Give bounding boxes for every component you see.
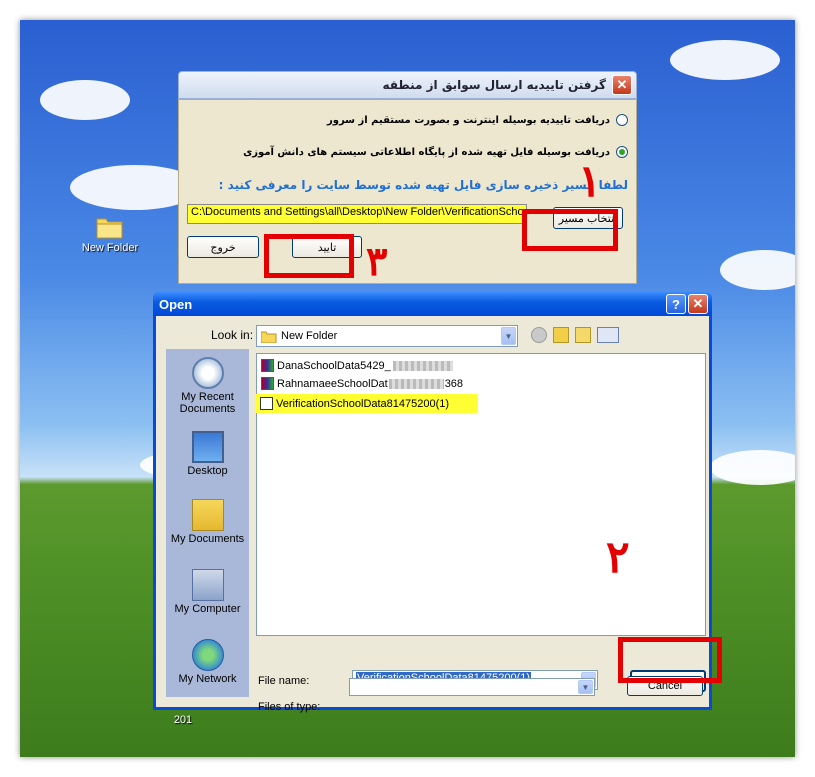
files-of-type-combo[interactable]: ▼	[349, 678, 595, 696]
open-dialog-titlebar: Open ? ✕	[153, 292, 712, 316]
annotation-step2: ۲	[606, 532, 630, 583]
look-in-combo[interactable]: New Folder ▼	[256, 325, 518, 347]
dialog-titlebar: گرفتن تاییدیه ارسال سوابق از منطقه ✕	[178, 71, 637, 99]
verification-dialog: گرفتن تاییدیه ارسال سوابق از منطقه ✕ دری…	[178, 71, 637, 284]
open-dialog-toolbar	[531, 327, 619, 343]
files-of-type-label: Files of type:	[258, 701, 321, 713]
file-list[interactable]: DanaSchoolData5429_ RahnamaeeSchoolDat 3…	[256, 353, 706, 636]
file-row-selected[interactable]: VerificationSchoolData81475200(1)	[256, 394, 478, 413]
instruction-text: لطفا مسیر ذخیره سازی فایل تهیه شده توسط …	[218, 178, 628, 192]
up-folder-icon[interactable]	[553, 327, 569, 343]
help-icon: ?	[672, 296, 680, 312]
winrar-icon	[261, 359, 274, 372]
close-icon: ✕	[692, 296, 704, 311]
annotation-box-step1	[522, 209, 618, 251]
desktop-icon	[191, 431, 224, 463]
place-my-computer[interactable]: My Computer	[166, 569, 249, 615]
desktop: New Folder 201 گرفتن تاییدیه ارسال سوابق…	[20, 20, 795, 757]
desktop-icon-label: 201	[173, 714, 193, 726]
my-documents-icon	[191, 499, 224, 531]
look-in-value: New Folder	[281, 330, 338, 342]
dialog-body: دریافت تاییدیه بوسیله اینترنت و بصورت مس…	[178, 99, 637, 284]
open-dialog-close-button[interactable]: ✕	[688, 294, 708, 314]
place-label: My Computer	[174, 603, 241, 615]
new-folder-icon[interactable]	[575, 327, 591, 343]
place-label: Desktop	[187, 465, 228, 477]
recent-documents-icon	[191, 357, 224, 389]
file-name-suffix: 368	[444, 377, 464, 390]
desktop-icon-new-folder[interactable]: New Folder	[75, 215, 145, 254]
annotation-box-step3	[264, 234, 354, 278]
place-my-recent-documents[interactable]: My Recent Documents	[166, 357, 249, 415]
file-row[interactable]: RahnamaeeSchoolDat 368	[261, 375, 463, 392]
radio-button-selected[interactable]	[616, 146, 628, 158]
open-dialog-title: Open	[159, 296, 193, 312]
look-in-label: Look in:	[211, 328, 254, 342]
place-label: My Documents	[170, 533, 245, 545]
my-network-icon	[191, 639, 224, 671]
dialog-close-button[interactable]: ✕	[612, 75, 632, 95]
place-label: My Network	[178, 673, 237, 685]
place-label: My Recent Documents	[179, 391, 236, 415]
option-label: دریافت بوسیله فایل تهیه شده از پایگاه اط…	[243, 146, 610, 158]
option-internet[interactable]: دریافت تاییدیه بوسیله اینترنت و بصورت مس…	[327, 114, 628, 126]
file-name: VerificationSchoolData81475200(1)	[276, 397, 450, 410]
file-name: RahnamaeeSchoolDat	[277, 377, 388, 390]
cloud	[710, 450, 795, 485]
winrar-icon	[261, 377, 274, 390]
place-my-network[interactable]: My Network	[166, 639, 249, 685]
folder-icon	[261, 331, 277, 343]
annotation-step1: ۱	[578, 156, 602, 207]
places-bar: My Recent Documents Desktop My Documents…	[166, 349, 249, 697]
file-name: DanaSchoolData5429_	[277, 359, 391, 372]
blurred-text	[392, 360, 453, 371]
close-icon: ✕	[616, 77, 628, 92]
desktop-icon-label: New Folder	[81, 242, 139, 254]
place-my-documents[interactable]: My Documents	[166, 499, 249, 545]
exit-button[interactable]: خروج	[187, 236, 259, 258]
chevron-down-icon[interactable]: ▼	[578, 680, 593, 694]
annotation-step3: ۳	[366, 238, 388, 285]
file-name-label: File name:	[258, 675, 310, 687]
place-desktop[interactable]: Desktop	[166, 431, 249, 477]
help-button[interactable]: ?	[666, 294, 686, 314]
back-icon[interactable]	[531, 327, 547, 343]
data-file-icon	[260, 397, 273, 410]
file-row[interactable]: DanaSchoolData5429_	[261, 357, 453, 374]
cloud	[40, 80, 130, 120]
view-menu-icon[interactable]	[597, 327, 619, 343]
annotation-box-step2	[618, 637, 722, 683]
my-computer-icon	[191, 569, 224, 601]
folder-icon	[96, 218, 123, 239]
cloud	[720, 250, 795, 290]
option-file[interactable]: دریافت بوسیله فایل تهیه شده از پایگاه اط…	[243, 146, 628, 158]
chevron-down-icon[interactable]: ▼	[501, 327, 516, 345]
path-field[interactable]: C:\Documents and Settings\all\Desktop\Ne…	[187, 204, 527, 224]
cloud	[670, 40, 780, 80]
option-label: دریافت تاییدیه بوسیله اینترنت و بصورت مس…	[326, 114, 610, 126]
blurred-text	[388, 378, 444, 389]
dialog-title: گرفتن تاییدیه ارسال سوابق از منطقه	[382, 78, 606, 92]
radio-button[interactable]	[616, 114, 628, 126]
